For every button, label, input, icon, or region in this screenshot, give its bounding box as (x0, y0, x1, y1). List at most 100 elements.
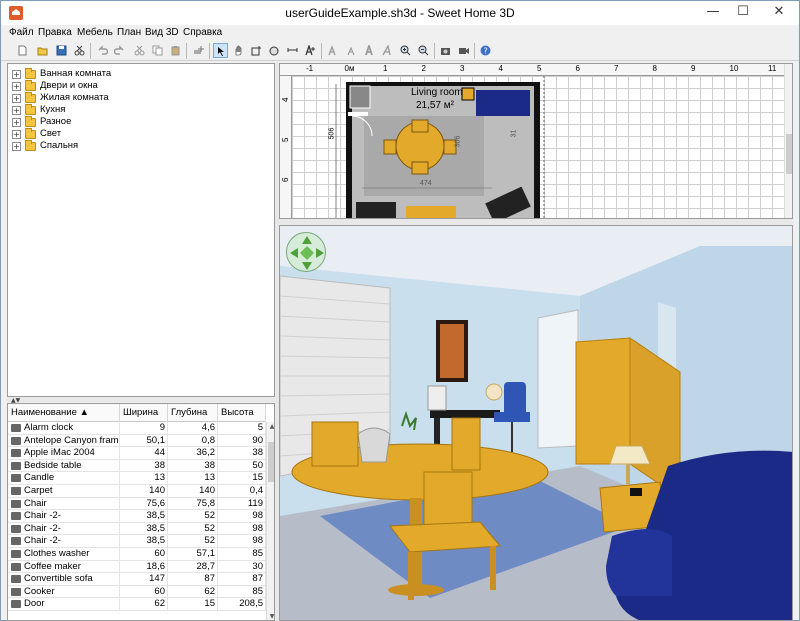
maximize-button[interactable]: ☐ (729, 1, 757, 23)
furniture-table-row[interactable]: Chair -2- 38,5 52 98 (8, 510, 266, 523)
pan-mode-button[interactable] (231, 43, 246, 58)
plan-scroll-thumb[interactable] (786, 134, 792, 174)
save-button[interactable] (54, 43, 69, 58)
bedside-table-plan[interactable] (461, 87, 475, 101)
column-header-depth[interactable]: Глубина (168, 404, 218, 422)
decrease-text-button[interactable] (344, 43, 359, 58)
cell-width: 38,5 (120, 535, 168, 548)
apple-imac[interactable] (427, 385, 447, 411)
vase[interactable] (357, 427, 391, 463)
wall-top[interactable] (346, 82, 540, 86)
menu-furniture[interactable]: Мебель (77, 27, 113, 38)
column-header-width[interactable]: Ширина (120, 404, 168, 422)
furniture-table-row[interactable]: Convertible sofa 147 87 87 (8, 573, 266, 586)
desk[interactable] (430, 410, 500, 418)
furniture-table-row[interactable]: Candle 13 13 15 (8, 472, 266, 485)
close-button[interactable]: ✕ (761, 1, 797, 23)
dining-chair-back-left[interactable] (311, 421, 359, 467)
globe-lamp[interactable] (485, 383, 503, 401)
cell-name: Carpet (8, 485, 120, 497)
room-name-label[interactable]: Living room (411, 87, 463, 98)
paste-button[interactable] (168, 43, 183, 58)
3d-navigation-arrows[interactable] (286, 232, 326, 272)
furniture-table-row[interactable]: Alarm clock 9 4,6 5 (8, 422, 266, 435)
scroll-up-arrow-icon[interactable]: ▲ (267, 422, 274, 432)
expand-icon[interactable]: + (12, 70, 21, 79)
furniture-table-row[interactable]: Clothes washer 60 57,1 85 (8, 548, 266, 561)
furniture-table-row[interactable]: Door 62 15 208,5 (8, 598, 266, 611)
door-plan[interactable] (348, 112, 368, 116)
furniture-table-row[interactable]: Chair -2- 38,5 52 98 (8, 535, 266, 548)
menu-edit[interactable]: Правка (38, 27, 72, 38)
navigation-arrows-icon[interactable] (287, 233, 327, 273)
column-header-name[interactable]: Наименование ▲ (8, 404, 120, 422)
furniture-table-row[interactable]: Chair 75,6 75,8 119 (8, 497, 266, 511)
plan-scrollbar[interactable] (784, 64, 792, 218)
zoom-in-button[interactable] (398, 43, 413, 58)
help-button[interactable]: ? (478, 43, 493, 58)
furniture-catalog-tree[interactable]: + Ванная комната + Двери и окна + Жилая … (7, 63, 275, 397)
scroll-down-arrow-icon[interactable]: ▼ (267, 612, 274, 620)
menu-file[interactable]: Файл (9, 27, 34, 38)
copy-button[interactable] (150, 43, 165, 58)
folder-icon (25, 128, 36, 139)
expand-icon[interactable]: + (12, 82, 21, 91)
alarm-clock[interactable] (630, 488, 642, 496)
furniture-table-row[interactable]: Chair -2- 38,5 52 98 (8, 522, 266, 536)
expand-icon[interactable]: + (12, 142, 21, 151)
wardrobe-plan[interactable] (349, 85, 371, 109)
create-photo-button[interactable] (438, 43, 453, 58)
cut-tool-button[interactable] (72, 43, 87, 58)
create-rooms-button[interactable] (267, 43, 282, 58)
dining-chair-back-right[interactable] (451, 417, 481, 471)
add-furniture-button[interactable] (191, 43, 206, 58)
furniture-table-row[interactable]: Bedside table 38 38 50 (8, 459, 266, 473)
italic-text-button[interactable] (380, 43, 395, 58)
catalog-furniture-splitter[interactable]: ▲▼ (7, 397, 275, 404)
cut-button[interactable] (132, 43, 147, 58)
create-walls-button[interactable] (249, 43, 264, 58)
zoom-out-button[interactable] (416, 43, 431, 58)
furniture-table-row[interactable]: Antelope Canyon frame 50,1 0,8 90 (8, 434, 266, 448)
select-mode-button[interactable] (213, 43, 228, 58)
expand-icon[interactable]: + (12, 106, 21, 115)
desk-plan[interactable] (356, 202, 396, 219)
menu-help[interactable]: Справка (183, 27, 222, 38)
3d-scene[interactable] (280, 226, 793, 621)
undo-button[interactable] (95, 43, 110, 58)
furniture-table-row[interactable]: Coffee maker 18,6 28,7 30 (8, 560, 266, 574)
scroll-thumb[interactable] (268, 442, 274, 482)
window-blinds-right[interactable] (537, 309, 579, 449)
new-home-button[interactable] (15, 43, 30, 58)
furniture-table-row[interactable]: Apple iMac 2004 44 36,2 38 (8, 447, 266, 460)
create-video-button[interactable] (456, 43, 471, 58)
open-button[interactable] (35, 43, 50, 58)
expand-icon[interactable]: + (12, 94, 21, 103)
bold-text-button[interactable] (362, 43, 377, 58)
increase-text-button[interactable] (326, 43, 341, 58)
redo-button[interactable] (112, 43, 127, 58)
column-header-height[interactable]: Высота (218, 404, 266, 422)
chest-plan[interactable] (406, 206, 456, 219)
plan-view[interactable]: -1 0м 1 2 3 4 5 6 7 8 9 10 11 4 5 6 7 (279, 63, 793, 219)
room-area-label[interactable]: 21,57 м² (416, 100, 454, 111)
menu-plan[interactable]: План (117, 27, 141, 38)
furniture-table-scrollbar[interactable]: ▲ ▼ (266, 422, 274, 620)
sofa-plan[interactable] (476, 90, 530, 116)
furniture-table-row[interactable]: Carpet 140 140 0,4 (8, 485, 266, 498)
expand-icon[interactable]: + (12, 130, 21, 139)
expand-icon[interactable]: + (12, 118, 21, 127)
wall-right[interactable] (534, 82, 540, 219)
cell-depth: 0,8 (168, 434, 218, 447)
furniture-table[interactable]: Наименование ▲ Ширина Глубина Высота Ala… (7, 403, 275, 621)
add-text-button[interactable] (303, 43, 318, 58)
create-dimensions-button[interactable] (285, 43, 300, 58)
plan-drawing[interactable] (292, 76, 784, 219)
menu-3d-view[interactable]: Вид 3D (145, 27, 179, 38)
3d-view[interactable] (279, 225, 793, 621)
furniture-table-row[interactable]: Cooker 60 62 85 (8, 585, 266, 599)
minimize-button[interactable]: — (699, 1, 727, 23)
wardrobe[interactable] (575, 337, 631, 465)
plan-grid[interactable]: Living room 21,57 м² 506 474 31 306 (292, 76, 784, 219)
cell-width: 50,1 (120, 434, 168, 447)
